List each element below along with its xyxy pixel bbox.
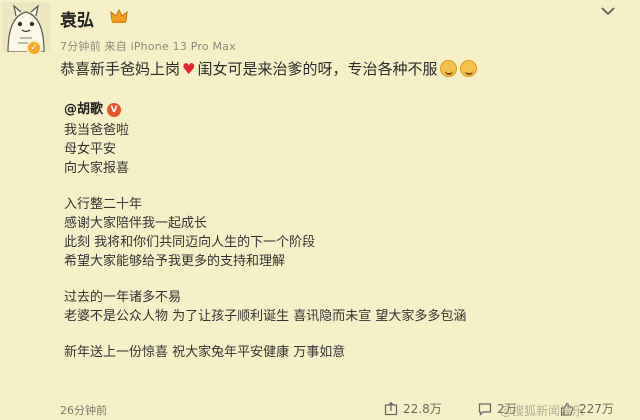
- quote-line: 感谢大家陪伴我一起成长: [64, 216, 208, 231]
- post-meta: 7分钟前 来自 iPhone 13 Pro Max: [60, 40, 236, 53]
- mention-link[interactable]: @胡歌: [64, 100, 103, 119]
- post-text-part2: 闺女可是来治爹的呀，专治各种不服: [197, 60, 438, 78]
- heart-icon: ♥: [182, 59, 196, 78]
- quote-line: 过去的一年诸多不易: [64, 290, 182, 305]
- quoted-post: @胡歌 V 我当爸爸啦 母女平安 向大家报喜 入行整二十年 感谢大家陪伴我一起成…: [64, 100, 466, 362]
- verified-badge-icon: ✓: [26, 40, 42, 56]
- chevron-down-icon[interactable]: [600, 4, 616, 18]
- share-button[interactable]: 22.8万: [384, 400, 442, 417]
- quote-line: 老婆不是公众人物 为了让孩子顺利诞生 喜讯隐而未宣 望大家多多包涵: [64, 309, 467, 324]
- smile-emoji-icon: [460, 60, 478, 77]
- comment-icon: [478, 402, 492, 416]
- quote-line: 新年送上一份惊喜 祝大家兔年平安健康 万事如意: [64, 345, 346, 360]
- quote-line: 此刻 我将和你们共同迈向人生的下一个阶段: [64, 235, 316, 250]
- username[interactable]: 袁弘: [60, 6, 94, 31]
- verified-v-icon: V: [107, 102, 122, 117]
- post-time: 26分钟前: [60, 404, 107, 417]
- quote-line: 希望大家能够给予我更多的支持和理解: [64, 254, 286, 269]
- like-count: 227万: [579, 402, 614, 416]
- thinking-emoji-icon: [440, 60, 458, 77]
- crown-icon[interactable]: [110, 8, 128, 24]
- share-count: 22.8万: [403, 402, 442, 416]
- post-text: 恭喜新手爸妈上岗 ♥ 闺女可是来治爹的呀，专治各种不服: [60, 58, 478, 79]
- quote-line: 入行整二十年: [64, 197, 143, 212]
- quote-line: 向大家报喜: [64, 161, 130, 176]
- quote-line: 我当爸爸啦: [64, 123, 130, 138]
- post-text-part1: 恭喜新手爸妈上岗: [60, 60, 181, 78]
- quote-line: 母女平安: [64, 142, 117, 157]
- share-icon: [384, 401, 398, 415]
- watermark: @搜狐新闻娱乐: [500, 404, 585, 418]
- mention-line[interactable]: @胡歌 V: [64, 100, 466, 119]
